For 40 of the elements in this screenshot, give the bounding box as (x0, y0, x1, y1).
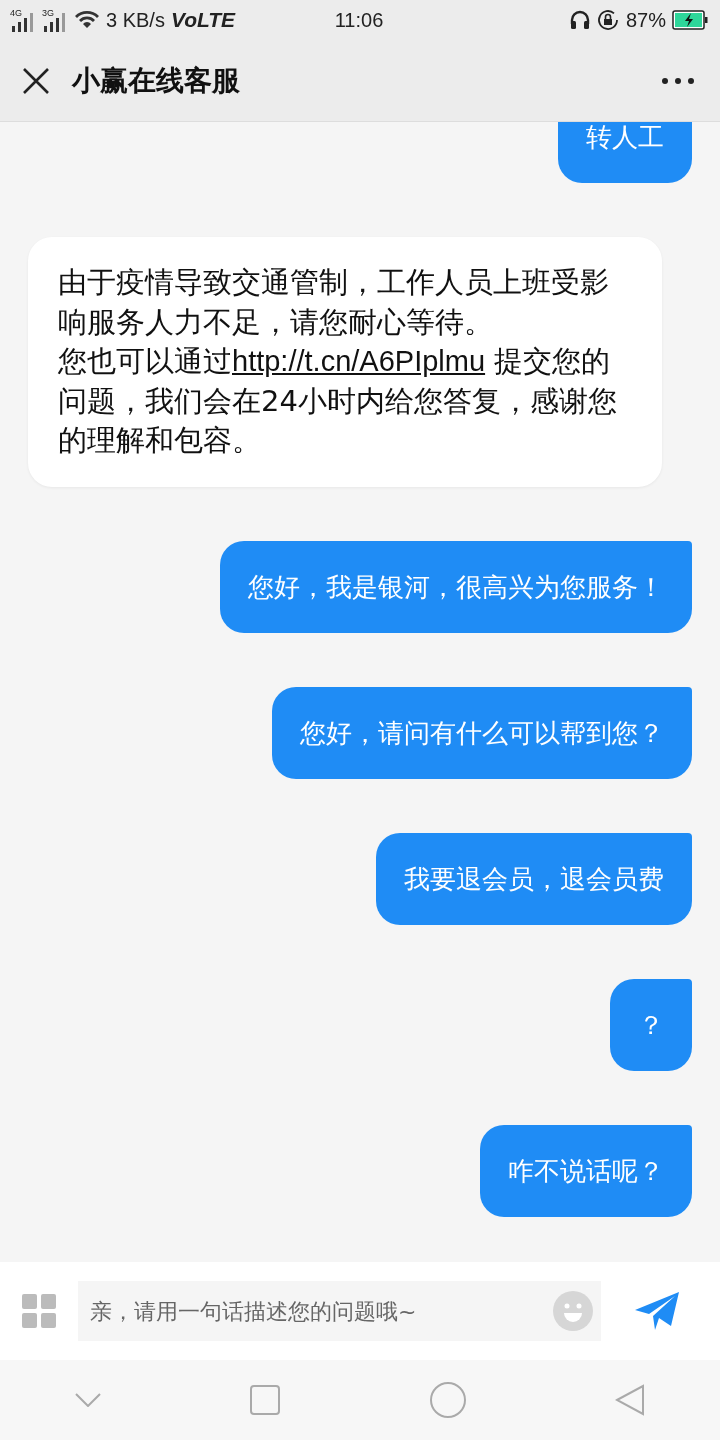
hide-keyboard-button[interactable] (74, 1393, 101, 1407)
back-button[interactable] (615, 1384, 646, 1416)
grid-icon (22, 1294, 56, 1328)
send-button[interactable] (635, 1292, 679, 1330)
rotation-lock-icon (596, 8, 620, 32)
smiley-icon (553, 1291, 593, 1331)
message-bubble: 您好，我是银河，很高兴为您服务！ (220, 540, 692, 633)
more-button[interactable] (662, 77, 694, 84)
send-icon (635, 1292, 679, 1330)
headphones-icon (570, 10, 590, 30)
network-label: 3G (42, 8, 54, 18)
circle-icon (429, 1382, 466, 1418)
more-icon (662, 77, 694, 84)
battery-percentage: 87% (626, 8, 666, 32)
network-speed: 3 KB/s (106, 8, 165, 32)
square-icon (250, 1385, 281, 1415)
home-button[interactable] (429, 1382, 466, 1418)
apps-button[interactable] (22, 1294, 56, 1328)
battery-charging-icon (672, 10, 708, 30)
message-bubble: 您好，请问有什么可以帮到您？ (272, 686, 692, 779)
chevron-down-icon (74, 1393, 101, 1407)
clock: 11:06 (334, 8, 384, 32)
close-icon (22, 66, 50, 95)
message-bubble: 咋不说话呢？ (480, 1124, 692, 1217)
recents-button[interactable] (250, 1385, 281, 1415)
chat-title: 小赢在线客服 (72, 62, 241, 99)
close-button[interactable] (22, 66, 50, 95)
emoji-button[interactable] (553, 1291, 593, 1331)
signal-icon (42, 12, 68, 32)
volte-label: VoLTE (170, 8, 236, 32)
message-bubble: ？ (610, 978, 692, 1071)
wifi-icon (74, 9, 100, 31)
signal-icon (10, 12, 36, 32)
message-bubble: 转人工 (558, 122, 692, 183)
message-input[interactable]: 亲，请用一句话描述您的问题哦~ (78, 1281, 601, 1341)
message-text: 由于疫情导致交通管制，工作人员上班受影响服务人力不足，请您耐心等待。 您也可以通过http://t.cn/A6PIplmu 提交您的问题，我们会在24小时内给您答复，感谢您的理解和包容。 (58, 264, 618, 459)
network-label: 4G (10, 8, 22, 18)
link[interactable]: http://t.cn/A6PIplmu (232, 345, 486, 377)
triangle-icon (615, 1384, 646, 1416)
message-bubble: 我要退会员，退会员费 (376, 832, 692, 925)
